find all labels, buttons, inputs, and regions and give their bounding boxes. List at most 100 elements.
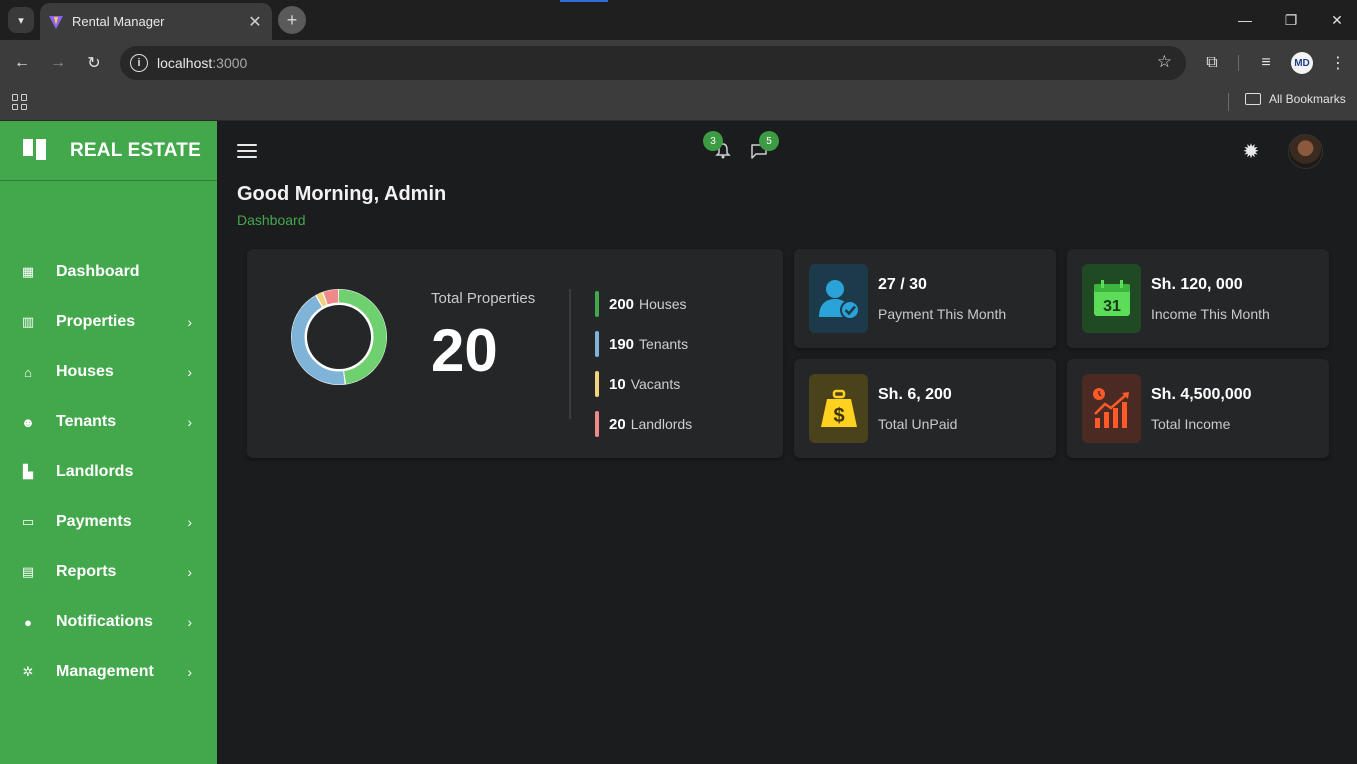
report-icon: ▤ <box>21 564 35 579</box>
sidebar-item-properties[interactable]: ▥ Properties › <box>0 297 217 347</box>
address-bar[interactable]: i localhost:3000 ☆ <box>120 46 1186 80</box>
sidebar-item-payments[interactable]: ▭ Payments › <box>0 497 217 547</box>
reload-icon[interactable]: ↻ <box>82 51 106 75</box>
sidebar-item-management[interactable]: ✲ Management › <box>0 647 217 697</box>
stat-color-bar <box>595 371 599 397</box>
page-greeting: Good Morning, Admin <box>237 183 447 205</box>
tab-indicator-line <box>560 0 608 2</box>
bell-icon: ● <box>24 614 32 630</box>
breadcrumb[interactable]: Dashboard <box>237 212 306 228</box>
kpi-label: Payment This Month <box>878 306 1007 322</box>
sidebar-item-label: Tenants <box>56 413 117 430</box>
kpi-label: Total UnPaid <box>878 416 958 432</box>
stat-label: Houses <box>639 296 687 312</box>
brand[interactable]: REAL ESTATE <box>0 121 217 181</box>
user-avatar[interactable] <box>1288 134 1323 169</box>
media-control-icon[interactable]: ≡ <box>1254 51 1278 75</box>
hamburger-menu-icon[interactable] <box>237 144 257 158</box>
kpi-card-payment-month: 27 / 30 Payment This Month <box>794 249 1056 348</box>
sidebar-item-reports[interactable]: ▤ Reports › <box>0 547 217 597</box>
new-tab-button[interactable]: + <box>278 6 306 34</box>
profile-avatar[interactable]: MD <box>1291 52 1313 74</box>
stat-value: 190 <box>609 335 635 353</box>
chevron-right-icon: › <box>187 364 192 380</box>
money-bag-icon: $ <box>809 374 868 443</box>
tab-title: Rental Manager <box>72 14 165 29</box>
stat-value: 200 <box>609 295 635 313</box>
back-icon[interactable]: ← <box>10 51 34 75</box>
chevron-right-icon: › <box>187 514 192 530</box>
kpi-value: 27 / 30 <box>878 276 927 293</box>
browser-tabbar: ▾ Rental Manager ✕ + — ❐ ✕ <box>0 0 1357 40</box>
sidebar-item-label: Notifications <box>56 613 153 630</box>
url-port: :3000 <box>212 55 248 71</box>
sidebar-menu: ▦ Dashboard ▥ Properties › ⌂ Houses › ☻ … <box>0 247 217 697</box>
kpi-label: Income This Month <box>1151 306 1270 322</box>
browser-tab[interactable]: Rental Manager ✕ <box>40 3 272 40</box>
all-bookmarks-button[interactable]: All Bookmarks <box>1245 92 1346 106</box>
sidebar-item-label: Dashboard <box>56 263 140 280</box>
total-properties-label: Total Properties <box>431 290 536 307</box>
svg-text:$: $ <box>833 405 844 427</box>
gear-icon: ✲ <box>22 664 34 679</box>
stat-label: Landlords <box>630 416 693 432</box>
svg-text:31: 31 <box>1103 298 1121 315</box>
browser-menu-icon[interactable]: ⋮ <box>1326 51 1350 75</box>
brand-title: REAL ESTATE <box>70 139 201 161</box>
bookmarks-divider <box>1228 93 1229 111</box>
sidebar-item-tenants[interactable]: ☻ Tenants › <box>0 397 217 447</box>
bookmarks-bar: All Bookmarks <box>0 86 1357 121</box>
browser-toolbar: ← → ↻ i localhost:3000 ☆ ⧉ ≡ MD ⋮ <box>0 40 1357 86</box>
summary-divider <box>569 289 571 419</box>
minimize-icon[interactable]: — <box>1233 8 1257 32</box>
stat-color-bar <box>595 411 599 437</box>
stat-tenants: 190 Tenants <box>595 331 688 357</box>
sidebar-item-dashboard[interactable]: ▦ Dashboard <box>0 247 217 297</box>
calendar-icon: 31 <box>1082 264 1141 333</box>
sidebar: REAL ESTATE ▦ Dashboard ▥ Properties › ⌂… <box>0 121 217 764</box>
stat-vacants: 10 Vacants <box>595 371 680 397</box>
kpi-label: Total Income <box>1151 416 1231 432</box>
sidebar-item-label: Properties <box>56 313 136 330</box>
toolbar-divider <box>1238 55 1239 71</box>
sidebar-item-label: Houses <box>56 363 114 380</box>
sidebar-item-label: Management <box>56 663 154 680</box>
close-window-icon[interactable]: ✕ <box>1325 8 1349 32</box>
stat-color-bar <box>595 331 599 357</box>
theme-toggle-sun-icon[interactable]: ✹ <box>1240 140 1262 163</box>
stat-label: Tenants <box>639 336 689 352</box>
site-info-icon[interactable]: i <box>130 54 148 72</box>
sidebar-item-notifications[interactable]: ● Notifications › <box>0 597 217 647</box>
chevron-right-icon: › <box>187 564 192 580</box>
vite-icon <box>49 15 63 29</box>
extensions-icon[interactable]: ⧉ <box>1200 51 1224 75</box>
sidebar-item-houses[interactable]: ⌂ Houses › <box>0 347 217 397</box>
stat-value: 10 <box>609 375 626 393</box>
donut-hole <box>307 305 371 369</box>
total-properties-value: 20 <box>431 317 498 384</box>
dashboard-icon: ▦ <box>21 264 35 279</box>
properties-summary-card: Total Properties 20 200 Houses 190 Tenan… <box>247 249 783 458</box>
users-icon: ☻ <box>21 414 35 430</box>
url-host: localhost <box>157 55 213 71</box>
stat-landlords: 20 Landlords <box>595 411 692 437</box>
kpi-card-total-unpaid: $ Sh. 6, 200 Total UnPaid <box>794 359 1056 458</box>
close-tab-icon[interactable]: ✕ <box>244 12 266 32</box>
sidebar-item-landlords[interactable]: ▙ Landlords <box>0 447 217 497</box>
kpi-value: Sh. 120, 000 <box>1151 276 1243 293</box>
apps-grid-icon[interactable] <box>12 94 28 110</box>
stat-label: Vacants <box>630 376 681 392</box>
notifications-count-badge: 3 <box>703 131 723 151</box>
chevron-right-icon: › <box>187 314 192 330</box>
kpi-card-total-income: Sh. 4,500,000 Total Income <box>1067 359 1329 458</box>
brand-logo-icon <box>23 138 47 163</box>
bookmark-star-icon[interactable]: ☆ <box>1157 52 1172 72</box>
tab-search-button[interactable]: ▾ <box>8 7 34 33</box>
forward-icon[interactable]: → <box>46 51 70 75</box>
chevron-right-icon: › <box>187 664 192 680</box>
properties-donut-chart <box>291 289 387 385</box>
kpi-value: Sh. 6, 200 <box>878 386 952 403</box>
chevron-right-icon: › <box>187 414 192 430</box>
payment-card-icon: ▭ <box>21 514 35 529</box>
restore-icon[interactable]: ❐ <box>1279 8 1303 32</box>
